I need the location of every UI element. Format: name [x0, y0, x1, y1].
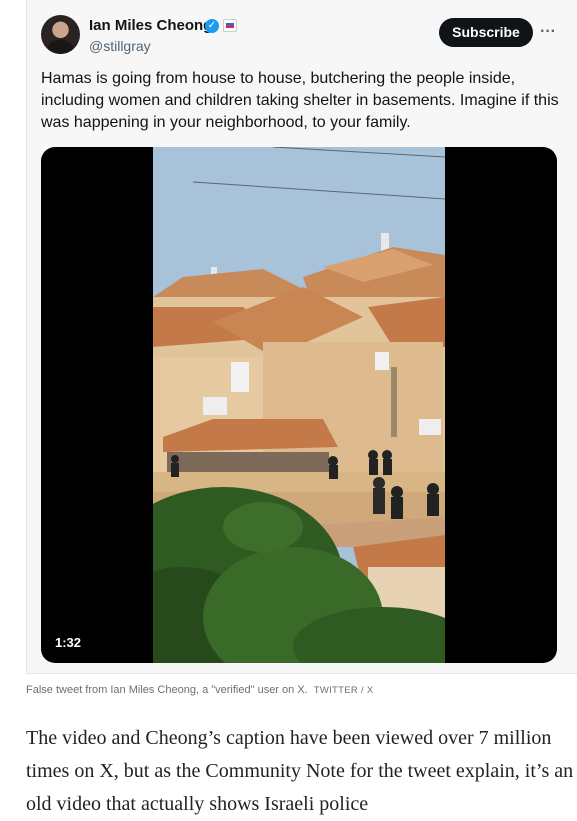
subscribe-button[interactable]: Subscribe: [439, 18, 533, 47]
caption-text: False tweet from Ian Miles Cheong, a "ve…: [26, 684, 308, 696]
embedded-tweet: Ian Miles Cheong ✓ @stillgray Subscribe …: [26, 0, 577, 674]
article-paragraph: The video and Cheong’s caption have been…: [26, 727, 574, 815]
video-player[interactable]: 1:32: [41, 147, 557, 663]
verified-icon: ✓: [205, 19, 219, 33]
author-handle[interactable]: @stillgray: [89, 38, 151, 54]
image-caption: False tweet from Ian Miles Cheong, a "ve…: [26, 684, 374, 696]
affiliation-badge-icon: [223, 19, 237, 32]
video-thumbnail: [153, 147, 445, 663]
avatar[interactable]: [41, 15, 80, 54]
video-frame[interactable]: [153, 147, 445, 663]
more-icon[interactable]: ···: [539, 22, 557, 42]
caption-credit: TWITTER / X: [313, 685, 374, 696]
author-name[interactable]: Ian Miles Cheong: [89, 17, 212, 34]
video-duration: 1:32: [55, 635, 82, 650]
tweet-text: Hamas is going from house to house, butc…: [41, 70, 559, 131]
